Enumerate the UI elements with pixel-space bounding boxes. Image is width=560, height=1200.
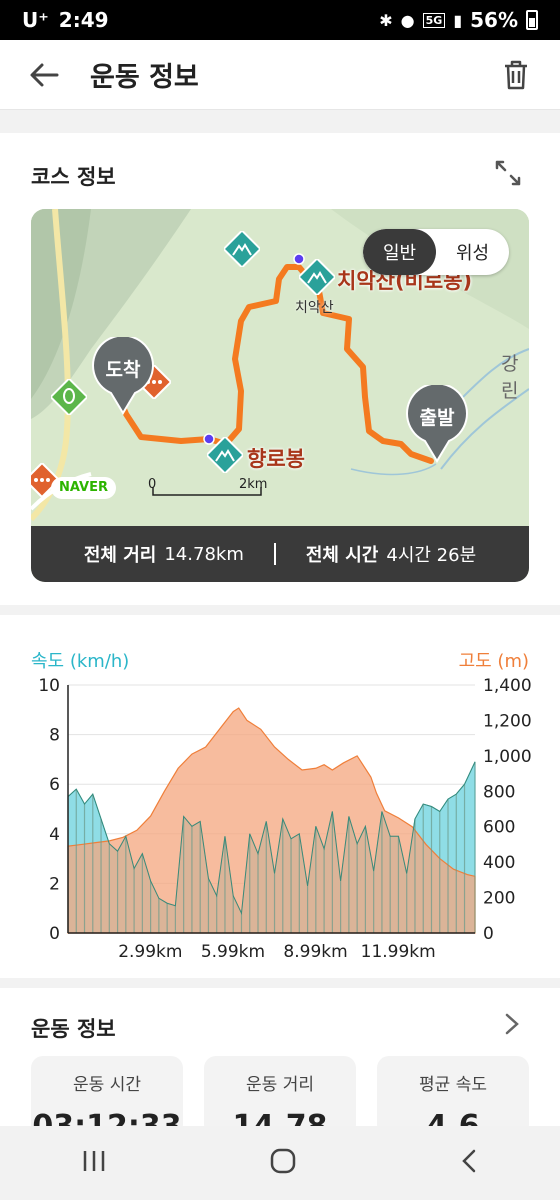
carrier-label: U⁺ xyxy=(22,8,49,32)
speed-altitude-card: 속도 (km/h) 고도 (m) 0 2 4 6 8 10 0 200 400 600 800 1,0… xyxy=(0,615,560,978)
map-satellite-button[interactable]: 위성 xyxy=(436,229,509,275)
peak2-label: 향로봉 xyxy=(247,447,305,471)
recent-apps-button[interactable] xyxy=(81,1149,107,1177)
stat-speed-label: 평균 속도 xyxy=(419,1075,487,1095)
park-marker-icon xyxy=(51,379,87,415)
total-distance-value: 14.78km xyxy=(164,543,244,565)
x-tick-label: 11.99km xyxy=(361,942,436,962)
course-map[interactable]: 도착 출발 치악산(비로봉) 치악산 향로봉 강린 NAVER 0 2km 일반… xyxy=(31,209,529,582)
location-icon: ● xyxy=(400,10,415,30)
total-time-value: 4시간 26분 xyxy=(386,545,477,566)
y-tick-label: 8 xyxy=(49,726,60,746)
naver-logo: NAVER xyxy=(51,477,117,499)
x-tick-label: 2.99km xyxy=(118,942,182,962)
recent-apps-icon xyxy=(83,1151,105,1171)
status-bar: U⁺ 2:49 ✱ ● 5G ▮ 56% xyxy=(0,0,560,40)
peak-sublabel: 치악산 xyxy=(295,300,334,316)
y-tick-label: 0 xyxy=(49,924,60,944)
battery-percent: 56% xyxy=(470,8,518,32)
network-type-label: 5G xyxy=(422,12,446,28)
system-nav-bar xyxy=(0,1126,560,1200)
arrival-pin[interactable]: 도착 xyxy=(91,337,155,415)
y2-tick-label: 400 xyxy=(483,853,515,873)
x-tick-label: 5.99km xyxy=(201,942,265,962)
page-title: 운동 정보 xyxy=(90,62,199,93)
map-type-toggle: 일반 위성 xyxy=(363,229,509,275)
start-pin[interactable]: 출발 xyxy=(405,385,469,463)
map-summary-bar: 전체 거리 14.78km 전체 시간 4시간 26분 xyxy=(31,526,529,582)
total-distance-label: 전체 거리 xyxy=(83,545,157,566)
exercise-info-title: 운동 정보 xyxy=(31,1017,116,1041)
stat-card-time[interactable]: 운동 시간 03:12:33 xyxy=(31,1056,183,1128)
back-arrow-icon xyxy=(30,63,59,86)
waypoint2-icon xyxy=(203,433,215,445)
stat-card-speed[interactable]: 평균 속도 4.6 xyxy=(377,1056,529,1128)
y2-tick-label: 1,000 xyxy=(483,747,532,767)
exercise-info-more-button[interactable] xyxy=(504,1012,520,1040)
total-time-label: 전체 시간 xyxy=(305,545,379,566)
scale-end-label: 2km xyxy=(239,477,268,492)
stat-distance-label: 운동 거리 xyxy=(246,1075,314,1095)
bluetooth-icon: ✱ xyxy=(379,10,393,30)
y2-tick-label: 1,400 xyxy=(483,676,532,696)
stat-card-distance[interactable]: 운동 거리 14.78 xyxy=(204,1056,356,1128)
expand-map-button[interactable] xyxy=(494,159,522,191)
delete-button[interactable] xyxy=(496,55,536,95)
start-label: 출발 xyxy=(419,407,455,429)
course-info-title: 코스 정보 xyxy=(31,165,116,189)
y2-tick-label: 1,200 xyxy=(483,711,532,731)
expand-icon xyxy=(495,160,521,186)
status-time: 2:49 xyxy=(58,8,109,32)
place-label: 강린 xyxy=(501,353,519,402)
home-button[interactable] xyxy=(269,1147,297,1179)
y2-tick-label: 800 xyxy=(483,782,515,802)
app-header: 운동 정보 xyxy=(0,40,560,110)
arrival-label: 도착 xyxy=(105,359,141,381)
signal-icon: ▮ xyxy=(453,10,463,30)
map-normal-button[interactable]: 일반 xyxy=(363,229,436,275)
trash-icon xyxy=(505,60,527,89)
y2-tick-label: 0 xyxy=(483,924,494,944)
back-chevron-icon xyxy=(462,1149,476,1173)
summary-divider xyxy=(273,543,276,565)
altitude-area xyxy=(67,707,476,934)
back-button[interactable] xyxy=(24,55,64,95)
stat-time-label: 운동 시간 xyxy=(73,1075,141,1095)
waypoint-icon xyxy=(293,253,305,265)
home-icon xyxy=(270,1148,296,1174)
y2-tick-label: 600 xyxy=(483,818,515,838)
y-tick-label: 10 xyxy=(38,676,60,696)
x-tick-label: 8.99km xyxy=(283,942,347,962)
y-tick-label: 4 xyxy=(49,825,60,845)
back-nav-button[interactable] xyxy=(459,1148,479,1178)
y-tick-label: 2 xyxy=(49,874,60,894)
course-info-card: 코스 정보 도착 출발 치악산(비로봉) 치악산 향로봉 강린 NAVER 0 … xyxy=(0,133,560,605)
y-tick-label: 6 xyxy=(49,775,60,795)
chevron-right-icon xyxy=(505,1013,519,1035)
exercise-info-card: 운동 정보 운동 시간 03:12:33 운동 거리 14.78 평균 속도 4… xyxy=(0,988,560,1128)
mountain-marker-icon xyxy=(224,231,260,267)
scale-start-label: 0 xyxy=(148,477,157,492)
speed-altitude-chart: 0 2 4 6 8 10 0 200 400 600 800 1,000 1,200 1,400 2.99k… xyxy=(38,676,532,962)
battery-icon xyxy=(526,10,538,30)
y2-tick-label: 200 xyxy=(483,889,515,909)
